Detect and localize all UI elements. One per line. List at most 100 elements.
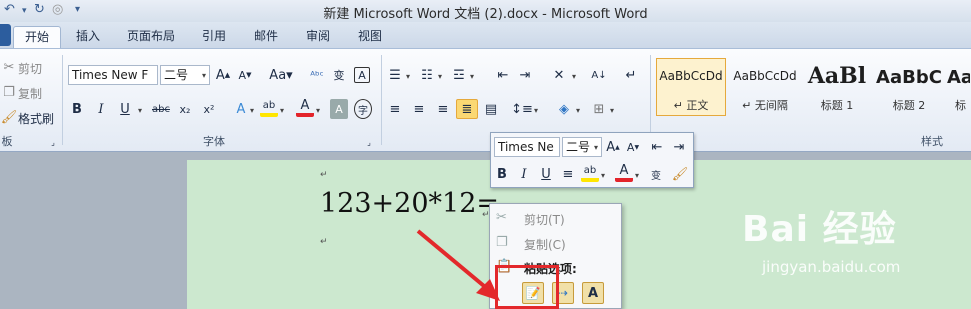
increase-indent-icon[interactable]: ⇥ xyxy=(516,65,534,85)
center-icon[interactable]: ≡ xyxy=(560,164,576,184)
font-group-label: 字体 xyxy=(203,135,225,148)
text-effects-dropdown-icon[interactable]: ▾ xyxy=(250,106,254,115)
highlight-icon[interactable]: ab xyxy=(581,162,599,182)
font-launcher-icon[interactable]: ⌟ xyxy=(364,137,374,147)
bullets-dropdown-icon[interactable]: ▾ xyxy=(406,72,410,81)
italic-icon[interactable]: I xyxy=(516,164,532,184)
baidu-watermark: Bai 经验 jingyan.baidu.com xyxy=(742,200,971,290)
chinese-layout-icon[interactable]: ✕ xyxy=(548,65,570,85)
font-color-dropdown-icon[interactable]: ▾ xyxy=(316,106,320,115)
font-group: Times New F 二号 ▾ A ▲ A ▼ Aa▾ ᴬᵇᶜ 变 A B I U… xyxy=(64,51,380,151)
style-heading-2[interactable]: AaBbC 标题 2 xyxy=(874,58,944,116)
style-preview: AaBl xyxy=(807,63,867,89)
underline-dropdown-icon[interactable]: ▾ xyxy=(138,106,142,115)
italic-icon[interactable]: I xyxy=(92,99,110,119)
font-color-dropdown-icon[interactable]: ▾ xyxy=(635,171,639,180)
font-color-icon[interactable]: A xyxy=(615,162,633,182)
grow-font-icon[interactable]: A ▲ xyxy=(605,137,621,157)
align-right-icon[interactable]: ≡ xyxy=(434,99,452,119)
format-painter-icon: 🖌 xyxy=(0,109,18,125)
distributed-icon[interactable]: ▤ xyxy=(482,99,500,119)
bold-icon[interactable]: B xyxy=(68,99,86,119)
tab-review[interactable]: 审阅 xyxy=(296,26,340,48)
borders-dropdown-icon[interactable]: ▾ xyxy=(610,106,614,115)
phonetic-guide-icon[interactable]: 变 xyxy=(647,164,665,184)
document-text[interactable]: 123+20*12= xyxy=(320,188,499,219)
bullets-icon[interactable]: ☰ xyxy=(386,65,404,85)
mini-size-dropdown-icon[interactable]: ▾ xyxy=(594,143,598,152)
font-size-dropdown-icon[interactable]: ▾ xyxy=(202,71,206,80)
paste-text-only-icon[interactable]: A xyxy=(582,282,604,304)
tab-view[interactable]: 视图 xyxy=(348,26,392,48)
mini-font-combo[interactable]: Times Ne xyxy=(494,137,560,157)
subscript-icon[interactable]: x₂ xyxy=(176,99,194,119)
cut-button[interactable]: 剪切 xyxy=(18,60,42,77)
underline-icon[interactable]: U xyxy=(116,99,134,119)
tab-references[interactable]: 引用 xyxy=(192,26,236,48)
style-title[interactable]: Aa 标 xyxy=(946,58,971,116)
line-spacing-icon[interactable]: ↕≡ xyxy=(511,99,533,119)
show-marks-icon[interactable]: ↵ xyxy=(622,65,640,85)
align-center-icon[interactable]: ≡ xyxy=(410,99,428,119)
underline-icon[interactable]: U xyxy=(538,164,554,184)
align-left-icon[interactable]: ≡ xyxy=(386,99,404,119)
format-painter-icon[interactable]: 🖌 xyxy=(671,164,689,184)
menu-item-copy[interactable]: 复制(C) xyxy=(524,236,566,253)
sort-icon[interactable]: A↓ xyxy=(590,65,608,85)
scissors-icon: ✂ xyxy=(496,210,507,225)
font-family-combo[interactable]: Times New F xyxy=(68,65,158,85)
style-name: 标题 2 xyxy=(892,99,926,112)
increase-indent-icon[interactable]: ⇥ xyxy=(671,137,687,157)
shrink-font-icon[interactable]: A ▼ xyxy=(236,65,254,85)
line-spacing-dropdown-icon[interactable]: ▾ xyxy=(534,106,538,115)
clipboard-group-label: 板 xyxy=(1,135,13,148)
style-normal[interactable]: AaBbCcDd ↵ 正文 xyxy=(656,58,726,116)
tab-insert[interactable]: 插入 xyxy=(66,26,110,48)
superscript-icon[interactable]: x² xyxy=(200,99,218,119)
character-shading-icon[interactable]: A xyxy=(330,99,348,119)
format-painter-button[interactable]: 格式刷 xyxy=(18,110,54,127)
style-preview: AaBbCcDd xyxy=(733,69,797,83)
multilevel-list-icon[interactable]: ☲ xyxy=(450,65,468,85)
style-no-spacing[interactable]: AaBbCcDd ↵ 无间隔 xyxy=(730,58,800,116)
style-preview: AaBbC xyxy=(876,67,942,88)
multilevel-dropdown-icon[interactable]: ▾ xyxy=(470,72,474,81)
copy-icon: ❐ xyxy=(3,84,15,100)
change-case-icon[interactable]: Aa▾ xyxy=(268,65,294,85)
clipboard-group: ✂ 剪切 ❐ 复制 🖌 格式刷 板 ⌟ xyxy=(0,51,62,151)
justify-icon[interactable]: ≣ xyxy=(456,99,478,119)
tab-mailings[interactable]: 邮件 xyxy=(244,26,288,48)
strikethrough-icon[interactable]: abc xyxy=(150,99,172,119)
decrease-indent-icon[interactable]: ⇤ xyxy=(649,137,665,157)
clipboard-launcher-icon[interactable]: ⌟ xyxy=(48,137,58,147)
chinese-layout-dropdown-icon[interactable]: ▾ xyxy=(572,72,576,81)
shading-dropdown-icon[interactable]: ▾ xyxy=(576,106,580,115)
highlight-dropdown-icon[interactable]: ▾ xyxy=(601,171,605,180)
phonetic-guide-icon[interactable]: 变 xyxy=(330,65,348,85)
style-heading-1[interactable]: AaBl 标题 1 xyxy=(802,58,872,116)
copy-button[interactable]: 复制 xyxy=(18,85,42,102)
text-effects-icon[interactable]: A xyxy=(232,99,250,119)
tab-page-layout[interactable]: 页面布局 xyxy=(118,26,184,48)
shrink-font-icon[interactable]: A ▼ xyxy=(625,137,641,157)
style-preview: AaBbCcDd xyxy=(659,69,723,83)
decrease-indent-icon[interactable]: ⇤ xyxy=(494,65,512,85)
highlight-icon[interactable]: ab xyxy=(260,97,278,117)
numbering-dropdown-icon[interactable]: ▾ xyxy=(438,72,442,81)
clear-formatting-icon[interactable]: ᴬᵇᶜ xyxy=(308,65,326,85)
grow-font-icon[interactable]: A ▲ xyxy=(214,65,232,85)
highlight-dropdown-icon[interactable]: ▾ xyxy=(280,106,284,115)
font-color-icon[interactable]: A xyxy=(296,97,314,117)
borders-icon[interactable]: ⊞ xyxy=(590,99,608,119)
bold-icon[interactable]: B xyxy=(494,164,510,184)
tab-home[interactable]: 开始 xyxy=(13,26,61,48)
menu-item-cut[interactable]: 剪切(T) xyxy=(524,211,565,228)
enclose-characters-icon[interactable]: 字 xyxy=(354,99,372,119)
shading-icon[interactable]: ◈ xyxy=(554,99,574,119)
annotation-highlight-box xyxy=(495,265,559,309)
watermark-url: jingyan.baidu.com xyxy=(762,258,901,276)
file-tab[interactable] xyxy=(0,24,11,46)
character-border-icon[interactable]: A xyxy=(354,67,370,83)
numbering-icon[interactable]: ☷ xyxy=(418,65,436,85)
paragraph-mark: ↵ xyxy=(320,237,328,247)
